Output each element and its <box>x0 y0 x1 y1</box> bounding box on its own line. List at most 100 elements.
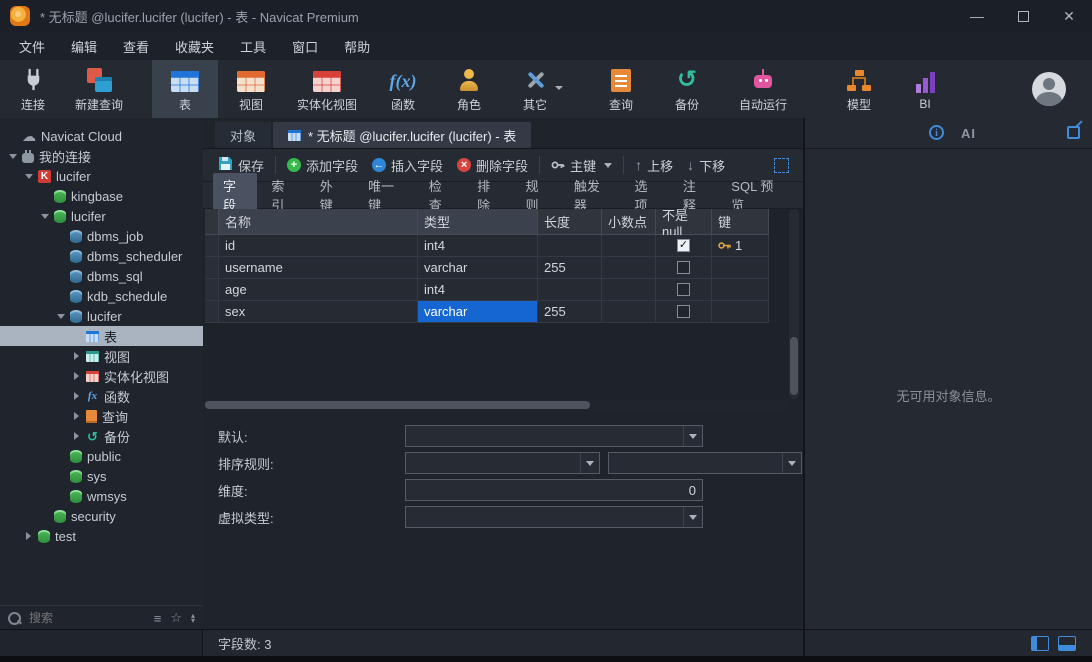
sidebar-item-my-connections[interactable]: 我的连接 <box>0 146 203 166</box>
favorites-star-icon[interactable]: ☆ <box>170 610 182 626</box>
collation-select-2[interactable] <box>608 452 802 474</box>
cell-decimals[interactable] <box>602 279 656 301</box>
expand-arrow-icon[interactable] <box>8 154 17 159</box>
sidebar-item-dbms-job[interactable]: dbms_job <box>0 226 203 246</box>
toggle-bottom-panel-icon[interactable] <box>1058 636 1076 651</box>
table-row[interactable]: age int4 <box>205 279 769 301</box>
virtual-type-select[interactable] <box>405 506 703 528</box>
cell-decimals[interactable] <box>602 301 656 323</box>
menu-tools[interactable]: 工具 <box>227 33 279 60</box>
sidebar-item-materialized-views[interactable]: 实体化视图 <box>0 366 203 386</box>
sidebar-item-lucifer-schema[interactable]: lucifer <box>0 306 203 326</box>
toolbar-bi-button[interactable]: BI <box>892 60 958 118</box>
expand-arrow-icon[interactable] <box>72 412 81 420</box>
toggle-left-panel-icon[interactable] <box>1031 636 1049 651</box>
sidebar-item-queries[interactable]: 查询 <box>0 406 203 426</box>
cell-not-null[interactable]: ✓ <box>656 235 712 257</box>
collapse-all-icon[interactable]: ▴▾ <box>191 613 195 623</box>
toolbar-automation-button[interactable]: 自动运行 <box>720 60 806 118</box>
cell-name[interactable]: id <box>219 235 418 257</box>
expand-arrow-icon[interactable] <box>72 392 81 400</box>
chevron-down-icon[interactable] <box>782 453 801 473</box>
cell-type-selected[interactable]: varchar <box>418 301 538 323</box>
expand-arrow-icon[interactable] <box>72 352 81 360</box>
popout-panel-icon[interactable] <box>1067 126 1080 139</box>
chevron-down-icon[interactable] <box>580 453 599 473</box>
default-select[interactable] <box>405 425 703 447</box>
toolbar-others-button[interactable]: 其它 <box>502 60 568 118</box>
expand-arrow-icon[interactable] <box>56 314 65 319</box>
close-button[interactable]: ✕ <box>1046 0 1092 32</box>
expand-arrow-icon[interactable] <box>72 372 81 380</box>
tab-objects[interactable]: 对象 <box>215 122 271 148</box>
menu-file[interactable]: 文件 <box>6 33 58 60</box>
search-input[interactable] <box>27 610 148 626</box>
column-header-type[interactable]: 类型 <box>418 209 538 235</box>
menu-edit[interactable]: 编辑 <box>58 33 110 60</box>
column-header-not-null[interactable]: 不是 null <box>656 209 712 235</box>
expand-arrow-icon[interactable] <box>24 174 33 179</box>
sidebar-item-security[interactable]: security <box>0 506 203 526</box>
sidebar-item-backups[interactable]: ↺ 备份 <box>0 426 203 446</box>
toolbar-backup-button[interactable]: ↺ 备份 <box>654 60 720 118</box>
minimize-button[interactable]: — <box>954 0 1000 32</box>
menu-favorites[interactable]: 收藏夹 <box>162 33 227 60</box>
cell-key[interactable] <box>712 301 769 323</box>
cell-length[interactable] <box>538 235 602 257</box>
cell-decimals[interactable] <box>602 235 656 257</box>
cell-length[interactable]: 255 <box>538 301 602 323</box>
cell-key[interactable] <box>712 279 769 301</box>
sidebar-item-wmsys[interactable]: wmsys <box>0 486 203 506</box>
sidebar-item-kdb-schedule[interactable]: kdb_schedule <box>0 286 203 306</box>
cell-length[interactable] <box>538 279 602 301</box>
column-header-key[interactable]: 键 <box>712 209 769 235</box>
chevron-down-icon[interactable] <box>683 426 702 446</box>
others-dropdown-icon[interactable] <box>555 86 563 90</box>
cell-not-null[interactable] <box>656 301 712 323</box>
expand-arrow-icon[interactable] <box>40 214 49 219</box>
menu-window[interactable]: 窗口 <box>279 33 331 60</box>
sidebar-item-lucifer-connection[interactable]: K lucifer <box>0 166 203 186</box>
horizontal-scrollbar[interactable] <box>205 399 787 411</box>
toolbar-model-button[interactable]: 模型 <box>826 60 892 118</box>
user-avatar[interactable] <box>1032 72 1066 106</box>
toolbar-view-button[interactable]: 视图 <box>218 60 284 118</box>
maximize-editor-icon[interactable] <box>774 158 789 173</box>
sidebar-item-kingbase-db[interactable]: kingbase <box>0 186 203 206</box>
cell-type[interactable]: int4 <box>418 279 538 301</box>
sidebar-item-dbms-sql[interactable]: dbms_sql <box>0 266 203 286</box>
dimension-input[interactable]: 0 <box>405 479 703 501</box>
column-header-name[interactable]: 名称 <box>219 209 418 235</box>
cell-not-null[interactable] <box>656 279 712 301</box>
tab-table-designer[interactable]: * 无标题 @lucifer.lucifer (lucifer) - 表 <box>273 122 531 148</box>
toolbar-table-button[interactable]: 表 <box>152 60 218 118</box>
toolbar-materialized-view-button[interactable]: 实体化视图 <box>284 60 370 118</box>
sidebar-item-dbms-scheduler[interactable]: dbms_scheduler <box>0 246 203 266</box>
toolbar-role-button[interactable]: 角色 <box>436 60 502 118</box>
filter-icon[interactable]: ≡ <box>154 611 162 626</box>
menu-view[interactable]: 查看 <box>110 33 162 60</box>
vertical-scrollbar-thumb[interactable] <box>790 337 798 395</box>
expand-arrow-icon[interactable] <box>24 532 33 540</box>
checkbox-checked[interactable]: ✓ <box>677 239 690 252</box>
toolbar-function-button[interactable]: f(x) 函数 <box>370 60 436 118</box>
toolbar-connection-button[interactable]: 连接 <box>0 60 66 118</box>
cell-not-null[interactable] <box>656 257 712 279</box>
toolbar-new-query-button[interactable]: 新建查询 <box>66 60 132 118</box>
primary-key-dropdown-icon[interactable] <box>604 163 612 168</box>
info-icon[interactable]: i <box>929 125 944 140</box>
cell-key[interactable] <box>712 257 769 279</box>
horizontal-scrollbar-thumb[interactable] <box>205 401 590 409</box>
column-header-length[interactable]: 长度 <box>538 209 602 235</box>
vertical-scrollbar[interactable] <box>789 209 799 399</box>
checkbox-unchecked[interactable] <box>677 283 690 296</box>
sidebar-item-test[interactable]: test <box>0 526 203 546</box>
table-row[interactable]: id int4 ✓ 1 <box>205 235 769 257</box>
column-header-decimals[interactable]: 小数点 <box>602 209 656 235</box>
cell-length[interactable]: 255 <box>538 257 602 279</box>
sidebar-item-tables[interactable]: 表 <box>0 326 203 346</box>
sidebar-item-views[interactable]: 视图 <box>0 346 203 366</box>
chevron-down-icon[interactable] <box>683 507 702 527</box>
checkbox-unchecked[interactable] <box>677 261 690 274</box>
sidebar-item-sys[interactable]: sys <box>0 466 203 486</box>
